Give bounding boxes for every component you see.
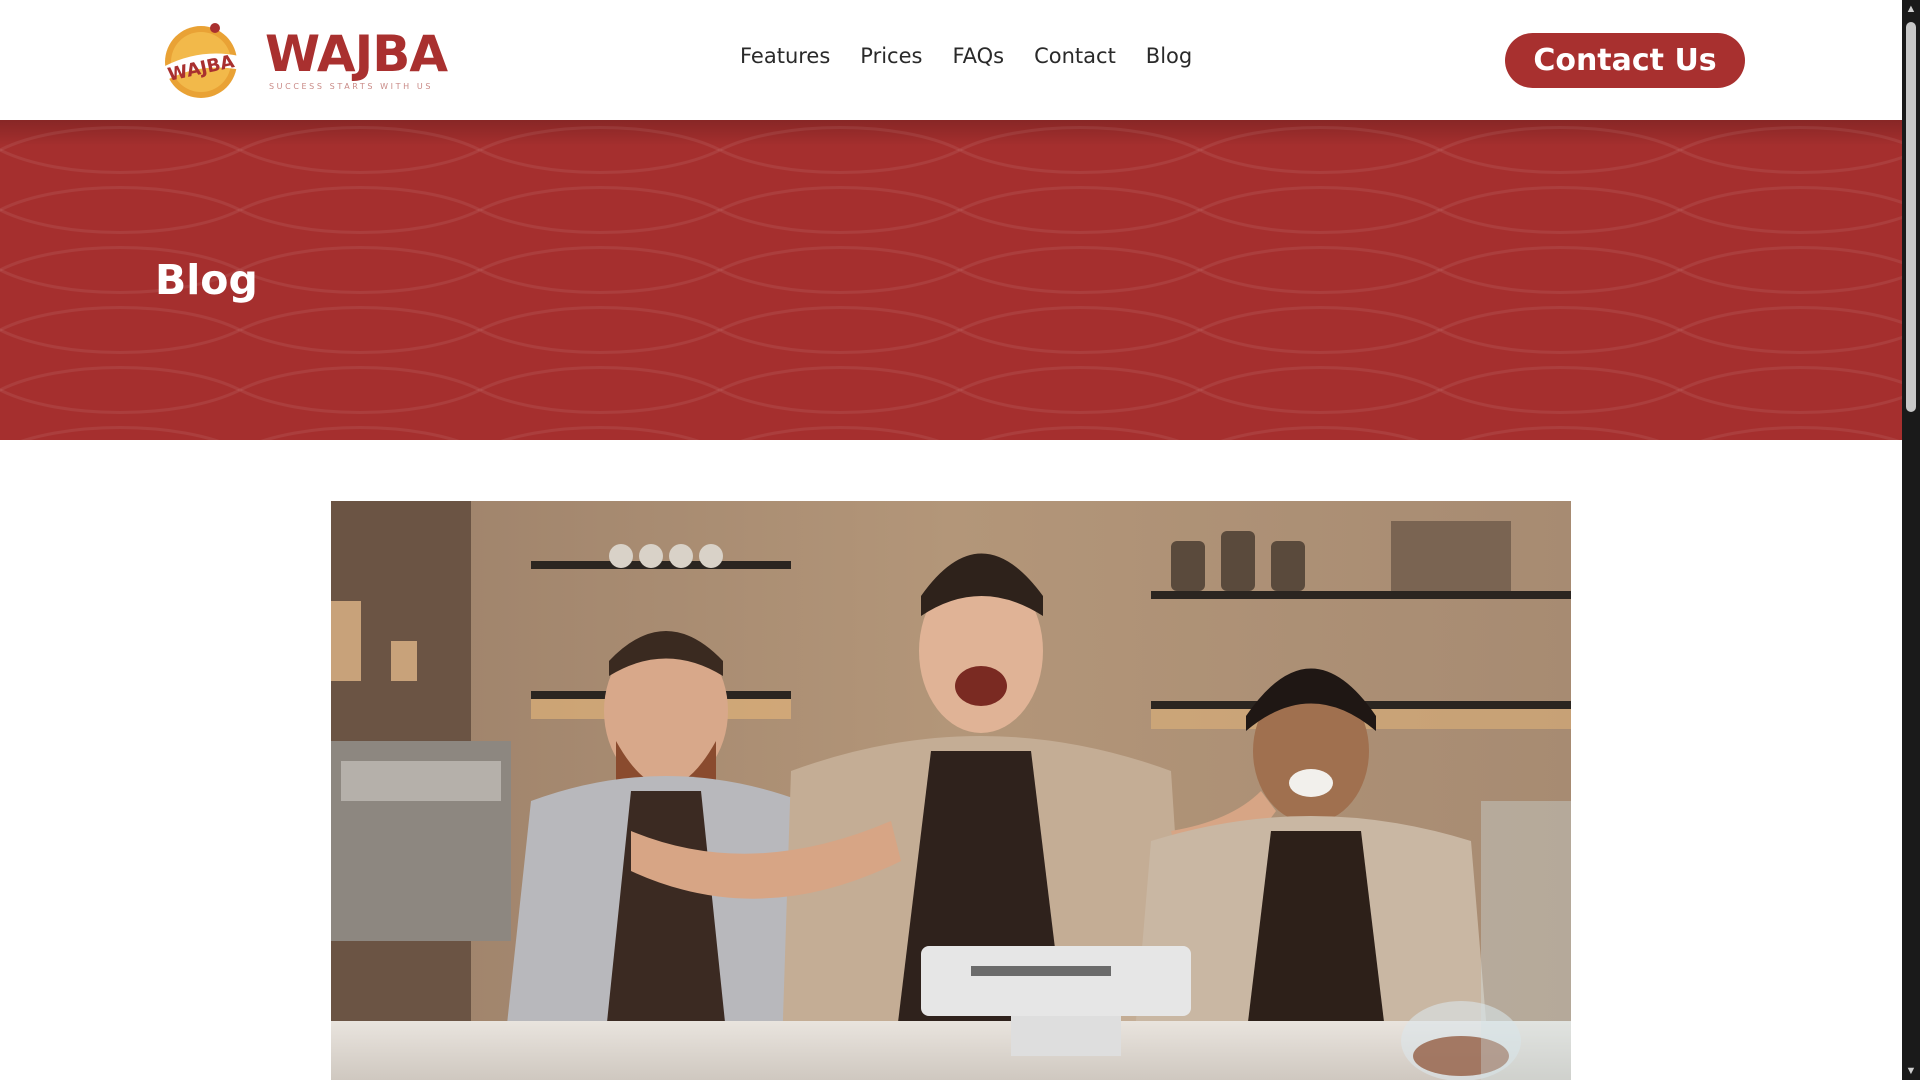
nav-link-blog[interactable]: Blog	[1146, 44, 1192, 68]
site-header: WAJBA WAJBA SUCCESS STARTS WITH US Featu…	[0, 0, 1902, 120]
nav-link-contact[interactable]: Contact	[1034, 44, 1116, 68]
vertical-scrollbar[interactable]: ▲ ▼	[1902, 0, 1920, 1080]
logo-badge-icon: WAJBA	[165, 23, 241, 98]
site-logo[interactable]: WAJBA WAJBA SUCCESS STARTS WITH US	[155, 18, 448, 102]
main-nav: Features Prices FAQs Contact Blog	[740, 44, 1192, 68]
logo-text: WAJBA SUCCESS STARTS WITH US	[265, 25, 448, 91]
page-title: Blog	[155, 256, 258, 304]
logo-wordmark: WAJBA	[265, 25, 448, 83]
page-hero: Blog	[0, 120, 1902, 440]
contact-us-button[interactable]: Contact Us	[1505, 33, 1745, 88]
nav-link-features[interactable]: Features	[740, 44, 830, 68]
nav-link-prices[interactable]: Prices	[860, 44, 922, 68]
nav-link-faqs[interactable]: FAQs	[952, 44, 1004, 68]
logo-tagline: SUCCESS STARTS WITH US	[269, 82, 434, 91]
featured-image	[331, 501, 1571, 1080]
page: WAJBA WAJBA SUCCESS STARTS WITH US Featu…	[0, 0, 1920, 1080]
hero-wave-pattern	[0, 120, 1902, 440]
scrollbar-thumb[interactable]	[1906, 22, 1916, 412]
baristas-photo	[331, 501, 1571, 1080]
triangle-down-icon[interactable]: ▼	[1902, 1062, 1920, 1080]
triangle-up-icon[interactable]: ▲	[1902, 0, 1920, 18]
